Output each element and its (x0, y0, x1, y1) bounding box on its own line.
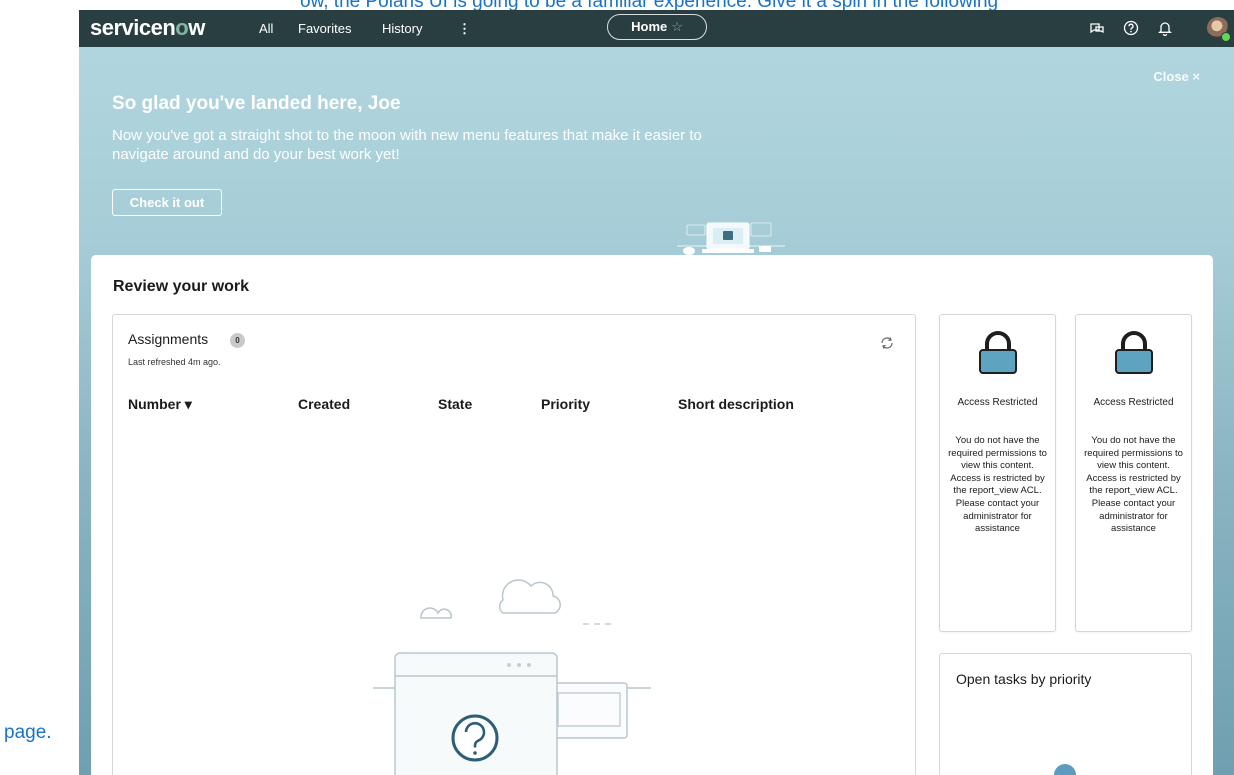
nav-history[interactable]: History (382, 21, 422, 36)
page-link-text[interactable]: page. (4, 722, 52, 744)
empty-state-illustration-icon (373, 579, 651, 775)
help-icon[interactable] (1122, 19, 1140, 37)
lock-icon (1115, 331, 1153, 374)
lock-icon (979, 331, 1017, 374)
access-restricted-text: You do not have the required permissions… (948, 435, 1047, 535)
favorite-star-icon[interactable]: ☆ (671, 19, 683, 34)
online-status-dot (1221, 32, 1231, 42)
nav-more-icon[interactable]: ⋮ (458, 21, 471, 37)
home-button[interactable]: Home ☆ (607, 14, 707, 40)
logo-text-end: w (188, 15, 205, 40)
banner-title: So glad you've landed here, Joe (112, 93, 401, 114)
servicenow-app: servicenow All Favorites History ⋮ Home ☆… (79, 10, 1234, 775)
review-title: Review your work (113, 278, 250, 295)
column-state-header[interactable]: State (438, 396, 472, 412)
nav-favorites[interactable]: Favorites (298, 21, 351, 36)
assignments-title: Assignments (128, 331, 209, 347)
column-short-description-header[interactable]: Short description (678, 396, 794, 412)
logo-o: o (175, 15, 189, 40)
open-tasks-title: Open tasks by priority (956, 671, 1092, 687)
last-refreshed-text: Last refreshed 4m ago. (128, 357, 221, 367)
access-restricted-card-2: Access Restricted You do not have the re… (1075, 314, 1192, 632)
chart-marker-icon (1054, 764, 1076, 775)
access-restricted-title: Access Restricted (957, 397, 1038, 408)
access-restricted-card-1: Access Restricted You do not have the re… (939, 314, 1056, 632)
column-created-header[interactable]: Created (298, 396, 350, 412)
banner-close-button[interactable]: Close × (1153, 69, 1200, 84)
open-tasks-card: Open tasks by priority (939, 653, 1192, 775)
top-navbar: servicenow All Favorites History ⋮ Home ☆ (79, 10, 1234, 47)
bell-icon[interactable] (1156, 19, 1174, 37)
servicenow-logo[interactable]: servicenow (90, 15, 205, 41)
logo-text-start: servicen (90, 15, 176, 40)
access-restricted-text: You do not have the required permissions… (1084, 435, 1183, 535)
column-priority-header[interactable]: Priority (541, 396, 590, 412)
chat-icon[interactable] (1088, 19, 1106, 37)
review-card: Review your work Assignments 0 Last refr… (91, 255, 1213, 775)
home-label: Home (631, 19, 668, 34)
column-number-header[interactable]: Number ▾ (128, 396, 192, 413)
assignments-panel: Assignments 0 Last refreshed 4m ago. Num… (112, 314, 916, 775)
laptop-illustration-icon (677, 222, 785, 255)
nav-all[interactable]: All (259, 21, 273, 36)
access-restricted-title: Access Restricted (1093, 397, 1174, 408)
assignments-count-badge: 0 (230, 333, 245, 348)
banner-text: Now you've got a straight shot to the mo… (112, 127, 702, 163)
refresh-icon[interactable] (879, 335, 895, 351)
check-it-out-button[interactable]: Check it out (112, 189, 222, 216)
